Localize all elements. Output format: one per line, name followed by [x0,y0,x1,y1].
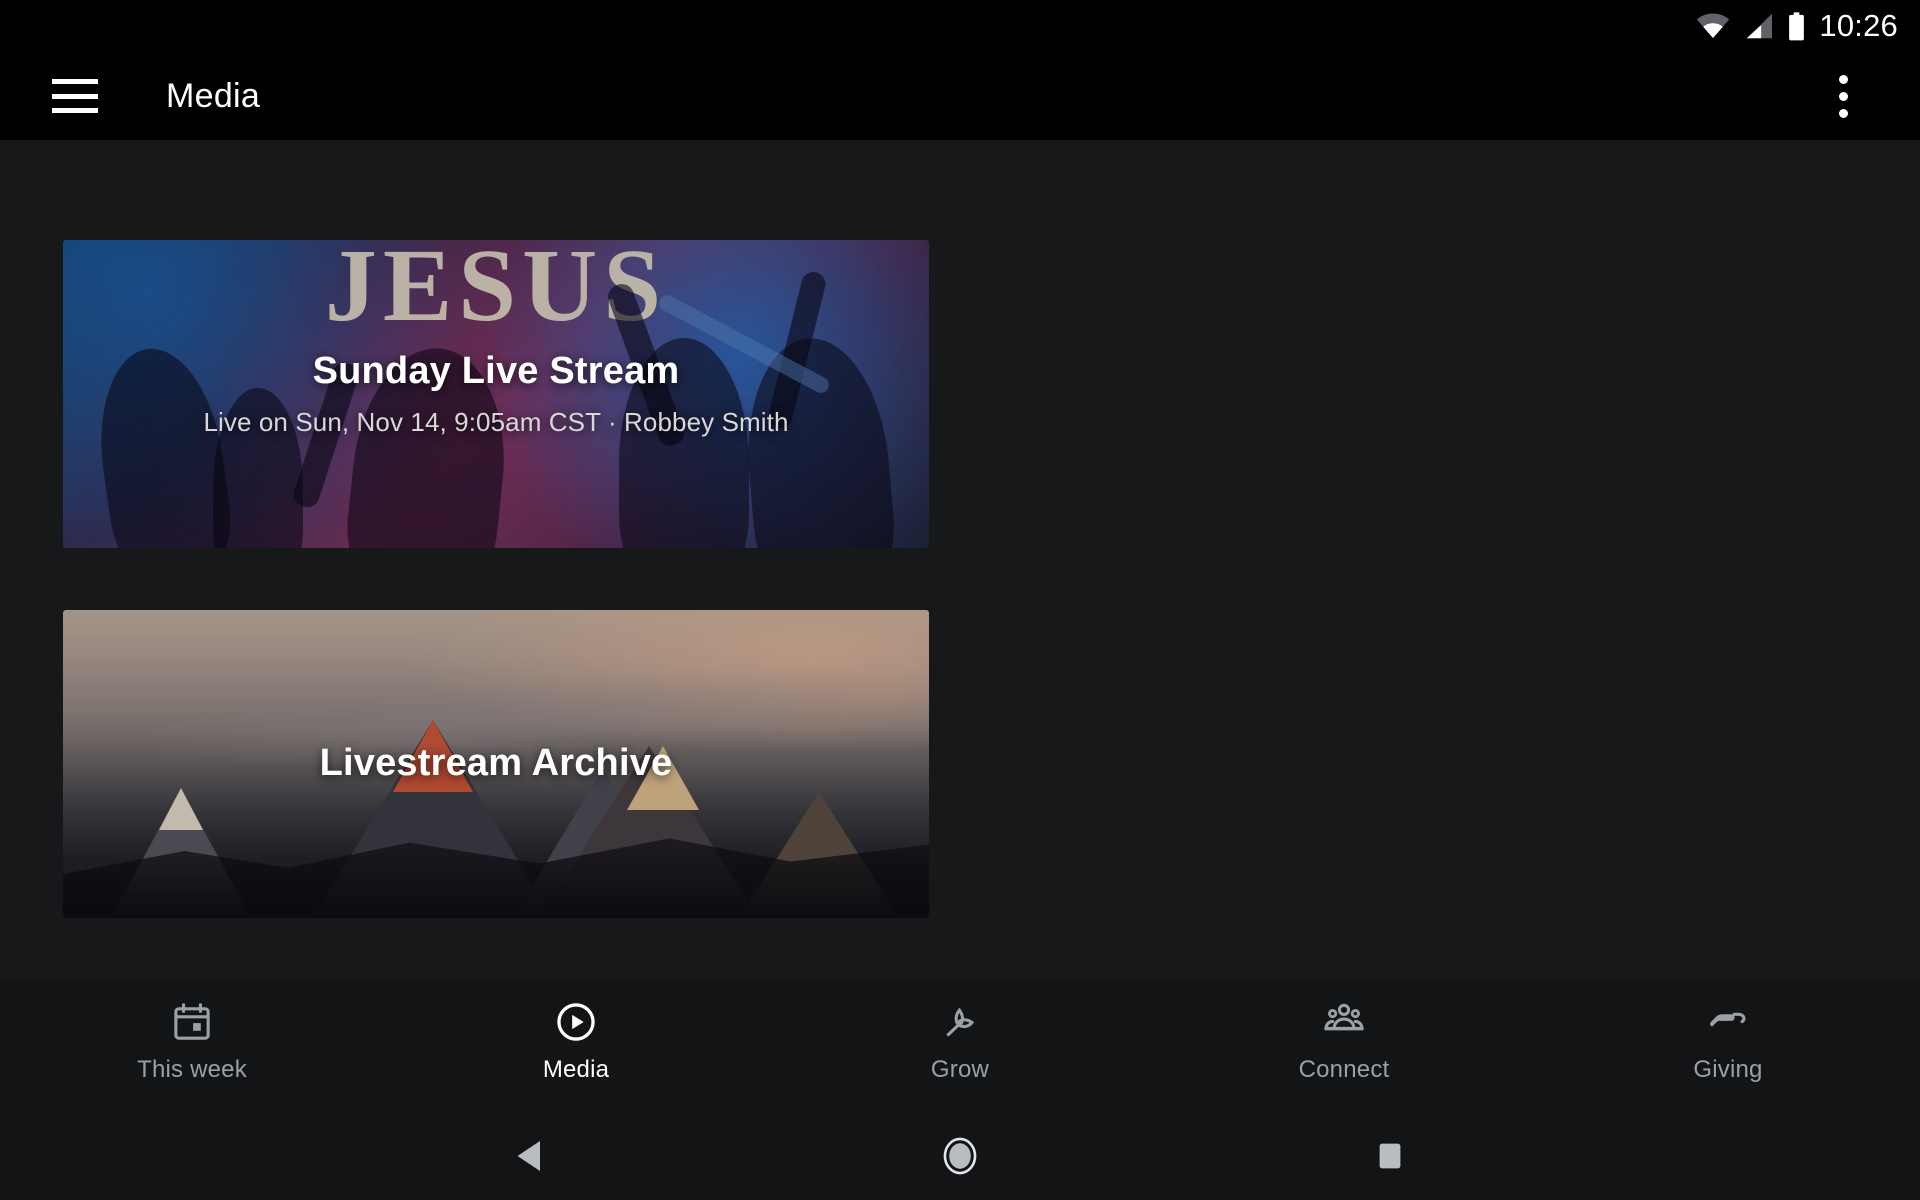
tab-this-week[interactable]: This week [82,1000,302,1084]
people-group-icon [1324,1003,1364,1031]
card-title: Livestream Archive [319,742,673,785]
tab-label: Media [542,1056,610,1083]
sprout-leaf-icon [946,1007,975,1037]
card-overlay: Livestream Archive [63,610,929,918]
status-bar: 10:26 [0,0,1920,52]
media-card-livestream-archive[interactable]: Livestream Archive [63,610,929,918]
battery-icon [1789,11,1805,40]
card-overlay: Sunday Live Stream Live on Sun, Nov 14, … [63,240,929,548]
hamburger-menu-icon[interactable] [52,79,98,113]
cellular-signal-icon [1747,13,1773,39]
card-title: Sunday Live Stream [312,349,680,392]
tab-label: Connect [1298,1056,1390,1083]
tab-giving[interactable]: Giving [1618,1000,1838,1084]
more-vertical-icon[interactable] [1823,68,1863,124]
app-root: 10:26 Media JESUS Sunday Live Stream Liv… [0,0,1920,1200]
tab-label: Giving [1693,1056,1763,1083]
wifi-icon [1697,13,1730,39]
home-circle-icon[interactable] [925,1121,995,1191]
status-clock: 10:26 [1819,7,1898,43]
tab-media[interactable]: Media [466,1000,686,1084]
media-content: JESUS Sunday Live Stream Live on Sun, No… [0,140,1920,1200]
page-title: Media [166,76,261,115]
tab-connect[interactable]: Connect [1234,1000,1454,1084]
play-circle-icon [557,1003,595,1041]
recents-square-icon[interactable] [1355,1121,1425,1191]
bottom-tab-bar: This week Media Grow Connect Giving [0,980,1920,1112]
android-navigation-bar [0,1112,1920,1200]
card-subtitle: Live on Sun, Nov 14, 9:05am CST · Robbey… [203,407,789,438]
app-bar: Media [0,52,1920,140]
open-hand-icon [1710,1012,1746,1027]
back-triangle-icon[interactable] [495,1121,565,1191]
calendar-icon [174,1003,210,1040]
media-card-sunday-live-stream[interactable]: JESUS Sunday Live Stream Live on Sun, No… [63,240,929,548]
tab-grow[interactable]: Grow [850,1000,1070,1084]
tab-label: Grow [930,1056,990,1083]
tab-label: This week [137,1056,247,1083]
